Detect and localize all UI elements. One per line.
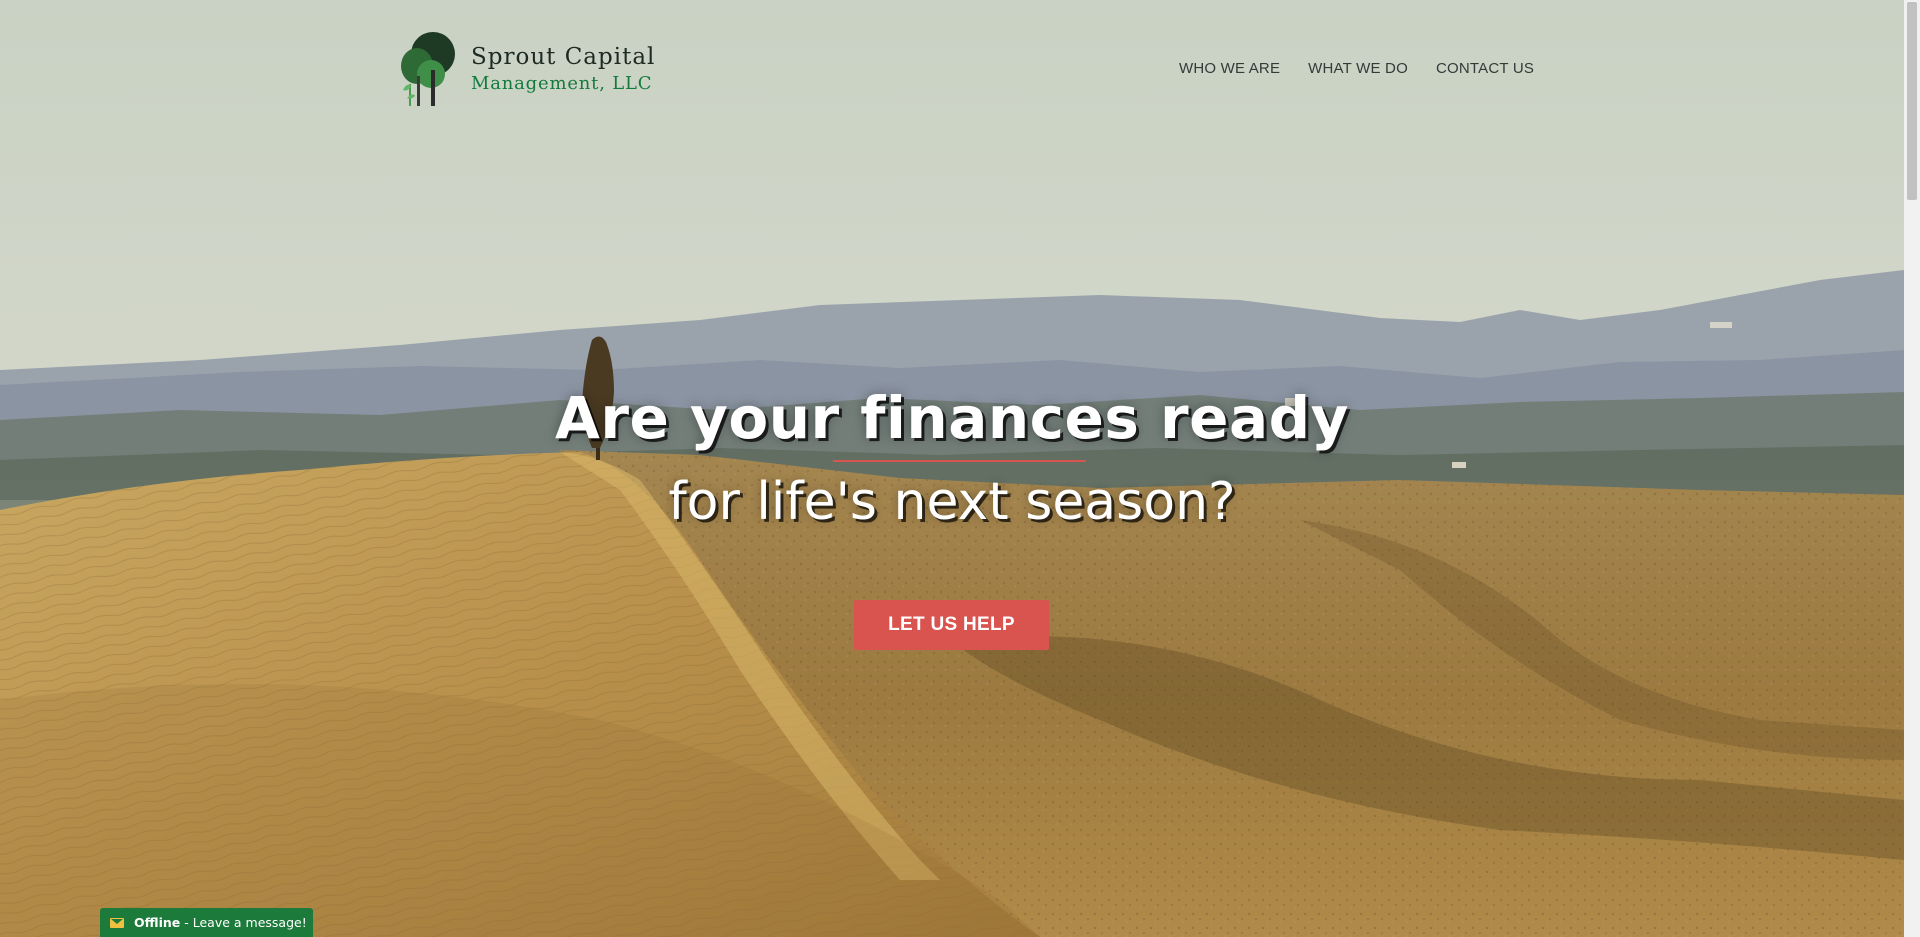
brand-name-line2: Management, LLC [471,72,653,94]
chat-status: Offline [134,915,181,930]
chat-widget-tab[interactable]: Offline - Leave a message! [100,908,313,937]
page: Sprout Capital Management, LLC WHO WE AR… [0,0,1920,937]
nav-contact-us[interactable]: CONTACT US [1436,60,1534,77]
scrollbar-thumb[interactable] [1907,2,1917,200]
envelope-icon [110,917,124,928]
page-scrollbar[interactable] [1904,0,1920,937]
brand-name-line1: Sprout Capital [471,43,656,70]
hero-subheadline: for life's next season? [668,472,1236,532]
brand-logo[interactable]: Sprout Capital Management, LLC [393,30,655,108]
chat-message: - Leave a message! [184,915,307,930]
hero-background-image [0,0,1904,937]
hero-headline: Are your finances ready [555,384,1349,452]
main-nav: WHO WE ARE WHAT WE DO CONTACT US [1179,60,1534,77]
headline-accent-underline [833,460,1086,462]
brand-name: Sprout Capital Management, LLC [471,43,656,94]
let-us-help-button[interactable]: LET US HELP [854,600,1049,650]
nav-what-we-do[interactable]: WHAT WE DO [1308,60,1408,77]
nav-who-we-are[interactable]: WHO WE ARE [1179,60,1280,77]
tree-logo-icon [401,32,455,106]
